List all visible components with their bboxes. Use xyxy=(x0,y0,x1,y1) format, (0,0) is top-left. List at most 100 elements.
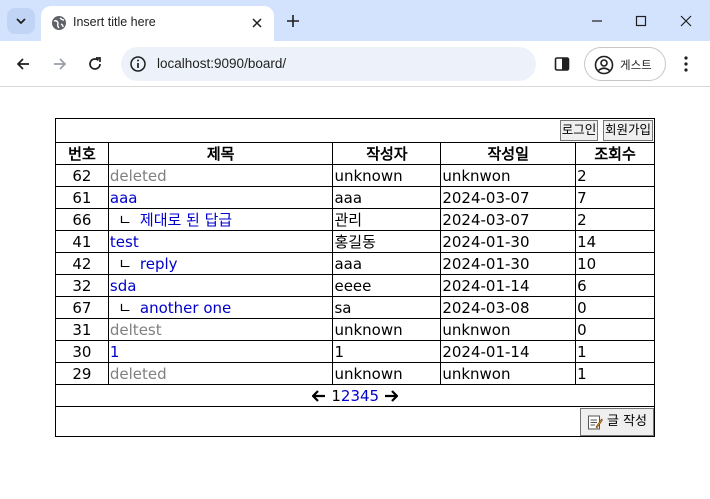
login-button[interactable]: 로그인 xyxy=(559,120,599,141)
cell-views: 7 xyxy=(575,186,655,209)
tab-close-button[interactable] xyxy=(248,14,266,32)
table-row: 67 ㄴ another one sa 2024-03-08 0 xyxy=(55,296,655,319)
reload-button[interactable] xyxy=(81,50,109,78)
chevron-down-icon xyxy=(16,18,26,25)
address-bar[interactable]: localhost:9090/board/ xyxy=(121,47,536,81)
signup-button[interactable]: 회원가입 xyxy=(602,120,653,141)
cell-number: 31 xyxy=(55,318,109,341)
deleted-post-title: deleted xyxy=(109,364,167,383)
cell-number: 67 xyxy=(55,296,109,319)
cell-title: deltest xyxy=(107,318,334,341)
minimize-icon xyxy=(592,20,602,22)
table-row: 42 ㄴ reply aaa 2024-01-30 10 xyxy=(55,252,655,275)
back-button[interactable] xyxy=(9,50,37,78)
cell-writer: 홍길동 xyxy=(332,230,442,253)
globe-icon xyxy=(52,16,66,30)
page-link[interactable]: 3 xyxy=(350,387,360,405)
auth-cell: 로그인 회원가입 xyxy=(55,118,655,143)
browser-toolbar: localhost:9090/board/ 게스트 xyxy=(0,41,710,87)
post-title-link[interactable]: another one xyxy=(140,299,231,317)
cell-title: test xyxy=(107,230,334,253)
cell-writer: 관리 xyxy=(332,208,442,231)
side-panel-button[interactable] xyxy=(550,50,574,78)
maximize-icon xyxy=(635,15,647,27)
cell-views: 10 xyxy=(575,252,655,275)
new-tab-button[interactable] xyxy=(282,10,304,32)
header-number: 번호 xyxy=(55,142,109,165)
table-header-row: 번호 제목 작성자 작성일 조회수 xyxy=(55,142,655,165)
close-icon xyxy=(252,18,262,28)
post-title-link[interactable]: 1 xyxy=(110,343,120,361)
cell-views: 2 xyxy=(575,208,655,231)
cell-writer: unknown xyxy=(332,164,442,187)
prev-page-arrow[interactable] xyxy=(311,387,331,405)
cell-date: unknwon xyxy=(440,318,577,341)
browser-tab-active[interactable]: Insert title here xyxy=(41,6,274,41)
close-icon xyxy=(680,15,692,27)
deleted-post-title: deltest xyxy=(109,320,162,339)
header-views: 조회수 xyxy=(575,142,655,165)
cell-number: 41 xyxy=(55,230,109,253)
arrow-left-icon xyxy=(16,58,29,70)
cell-title: ㄴ reply xyxy=(107,252,334,275)
cell-title: ㄴ 제대로 된 답급 xyxy=(107,208,334,231)
table-row: 62 deleted unknown unknwon 2 xyxy=(55,164,655,187)
cell-writer: sa xyxy=(332,296,442,319)
cell-writer: unknown xyxy=(332,362,442,385)
cell-writer: aaa xyxy=(332,252,442,275)
auth-row: 로그인 회원가입 xyxy=(55,118,655,143)
post-title-link[interactable]: reply xyxy=(140,255,178,273)
pagination: 12345 xyxy=(55,384,655,407)
table-row: 66 ㄴ 제대로 된 답급 관리 2024-03-07 2 xyxy=(55,208,655,231)
post-title-link[interactable]: sda xyxy=(110,277,137,295)
pagination-row: 12345 xyxy=(55,384,655,407)
cell-views: 2 xyxy=(575,164,655,187)
table-row: 41 test 홍길동 2024-01-30 14 xyxy=(55,230,655,253)
maximize-button[interactable] xyxy=(627,7,655,35)
profile-label: 게스트 xyxy=(620,58,652,72)
cell-date: 2024-01-30 xyxy=(440,230,577,253)
post-title-link[interactable]: test xyxy=(110,233,139,251)
cell-views: 14 xyxy=(575,230,655,253)
write-post-button[interactable]: 글 작성 xyxy=(579,407,654,436)
tab-title: Insert title here xyxy=(73,15,156,29)
minimize-button[interactable] xyxy=(583,7,611,35)
arrow-left-icon xyxy=(311,389,326,402)
cell-views: 1 xyxy=(575,362,655,385)
cell-number: 61 xyxy=(55,186,109,209)
tab-search-button[interactable] xyxy=(7,8,35,34)
post-title-link[interactable]: aaa xyxy=(110,189,138,207)
forward-button[interactable] xyxy=(46,50,74,78)
page-links: 12345 xyxy=(331,387,379,405)
cell-number: 66 xyxy=(55,208,109,231)
cell-writer: aaa xyxy=(332,186,442,209)
cell-date: 2024-03-08 xyxy=(440,296,577,319)
profile-button[interactable]: 게스트 xyxy=(584,47,666,81)
window-close-button[interactable] xyxy=(672,7,700,35)
table-row: 32 sda eeee 2024-01-14 6 xyxy=(55,274,655,297)
arrow-right-icon xyxy=(54,58,67,70)
next-page-arrow[interactable] xyxy=(384,387,399,405)
memo-icon xyxy=(587,415,603,429)
browser-menu-button[interactable] xyxy=(676,50,696,78)
account-icon xyxy=(594,55,614,75)
page-link[interactable]: 5 xyxy=(370,387,380,405)
cell-date: unknwon xyxy=(440,164,577,187)
board-table: 로그인 회원가입 번호 제목 작성자 작성일 조회수 62 deleted unkn… xyxy=(55,118,655,437)
reply-marker: ㄴ xyxy=(118,254,132,273)
post-title-link[interactable]: 제대로 된 답급 xyxy=(140,211,232,229)
cell-views: 1 xyxy=(575,340,655,363)
url-text[interactable]: localhost:9090/board/ xyxy=(157,56,286,71)
cell-date: 2024-01-14 xyxy=(440,274,577,297)
cell-number: 42 xyxy=(55,252,109,275)
table-row: 30 1 1 2024-01-14 1 xyxy=(55,340,655,363)
cell-title: deleted xyxy=(107,362,334,385)
cell-writer: unknown xyxy=(332,318,442,341)
cell-writer: eeee xyxy=(332,274,442,297)
cell-title: 1 xyxy=(107,340,334,363)
cell-title: ㄴ another one xyxy=(107,296,334,319)
info-icon[interactable] xyxy=(129,55,147,73)
page-link[interactable]: 4 xyxy=(360,387,370,405)
cell-date: unknwon xyxy=(440,362,577,385)
table-row: 61 aaa aaa 2024-03-07 7 xyxy=(55,186,655,209)
